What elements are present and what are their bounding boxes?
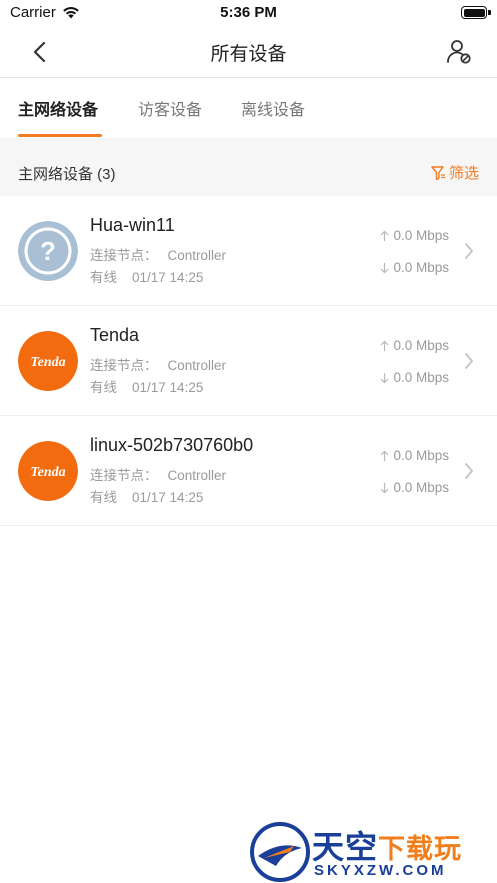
device-connection: 有线 01/17 14:25 bbox=[90, 270, 204, 285]
arrow-up-icon bbox=[381, 340, 389, 351]
user-settings-icon[interactable] bbox=[445, 38, 473, 66]
battery-icon bbox=[461, 6, 491, 19]
svg-text:?: ? bbox=[40, 236, 56, 266]
section-header: 主网络设备 (3) 筛选 bbox=[0, 138, 497, 196]
arrow-up-icon bbox=[381, 230, 389, 241]
device-connection: 有线 01/17 14:25 bbox=[90, 490, 204, 505]
upload-rate: 0.0 Mbps bbox=[380, 228, 449, 243]
arrow-down-icon bbox=[381, 482, 389, 493]
active-tab-indicator bbox=[18, 134, 102, 137]
upload-rate: 0.0 Mbps bbox=[380, 338, 449, 353]
status-time: 5:36 PM bbox=[220, 4, 277, 21]
download-rate: 0.0 Mbps bbox=[380, 260, 449, 275]
device-node: 连接节点： Controller bbox=[90, 358, 227, 373]
nav-bar: 所有设备 bbox=[0, 26, 497, 78]
device-name: Hua-win11 bbox=[90, 215, 175, 235]
svg-text:Tenda: Tenda bbox=[30, 355, 65, 370]
device-node: 连接节点： Controller bbox=[90, 468, 227, 483]
filter-button[interactable]: 筛选 bbox=[431, 162, 479, 183]
arrow-up-icon bbox=[381, 450, 389, 461]
device-row[interactable]: Tenda linux-502b730760b0 连接节点： Controller… bbox=[0, 416, 497, 526]
chevron-right-icon bbox=[465, 353, 473, 369]
unknown-device-icon: ? bbox=[18, 221, 78, 281]
tenda-logo: Tenda bbox=[18, 441, 78, 501]
device-connection: 有线 01/17 14:25 bbox=[90, 380, 204, 395]
device-list: ? Hua-win11 连接节点： Controller 有线 01/17 14:… bbox=[0, 196, 497, 526]
tab-main-network[interactable]: 主网络设备 bbox=[18, 96, 98, 120]
device-row[interactable]: ? Hua-win11 连接节点： Controller 有线 01/17 14:… bbox=[0, 196, 497, 306]
page-title: 所有设备 bbox=[210, 44, 287, 65]
device-name: Tenda bbox=[90, 325, 140, 345]
watermark: 天空下载玩 SKYXZW.COM bbox=[250, 822, 495, 882]
watermark-url: SKYXZW.COM bbox=[314, 862, 447, 879]
download-rate: 0.0 Mbps bbox=[380, 370, 449, 385]
device-row[interactable]: Tenda Tenda 连接节点： Controller 有线 01/17 14:… bbox=[0, 306, 497, 416]
arrow-down-icon bbox=[381, 372, 389, 383]
upload-rate: 0.0 Mbps bbox=[380, 448, 449, 463]
device-tabs: 主网络设备 访客设备 离线设备 bbox=[0, 79, 497, 137]
status-bar: Carrier 5:36 PM bbox=[0, 0, 497, 26]
tab-guest-devices[interactable]: 访客设备 bbox=[138, 96, 202, 120]
filter-label: 筛选 bbox=[448, 165, 479, 182]
arrow-down-icon bbox=[381, 262, 389, 273]
filter-icon bbox=[431, 165, 445, 180]
section-title: 主网络设备 (3) bbox=[18, 166, 116, 183]
device-node: 连接节点： Controller bbox=[90, 248, 227, 263]
tab-offline-devices[interactable]: 离线设备 bbox=[241, 96, 305, 120]
chevron-right-icon bbox=[465, 243, 473, 259]
download-rate: 0.0 Mbps bbox=[380, 480, 449, 495]
svg-text:Tenda: Tenda bbox=[30, 465, 65, 480]
tenda-logo: Tenda bbox=[18, 331, 78, 391]
device-name: linux-502b730760b0 bbox=[90, 435, 254, 455]
watermark-logo-icon bbox=[250, 822, 310, 882]
chevron-right-icon bbox=[465, 463, 473, 479]
